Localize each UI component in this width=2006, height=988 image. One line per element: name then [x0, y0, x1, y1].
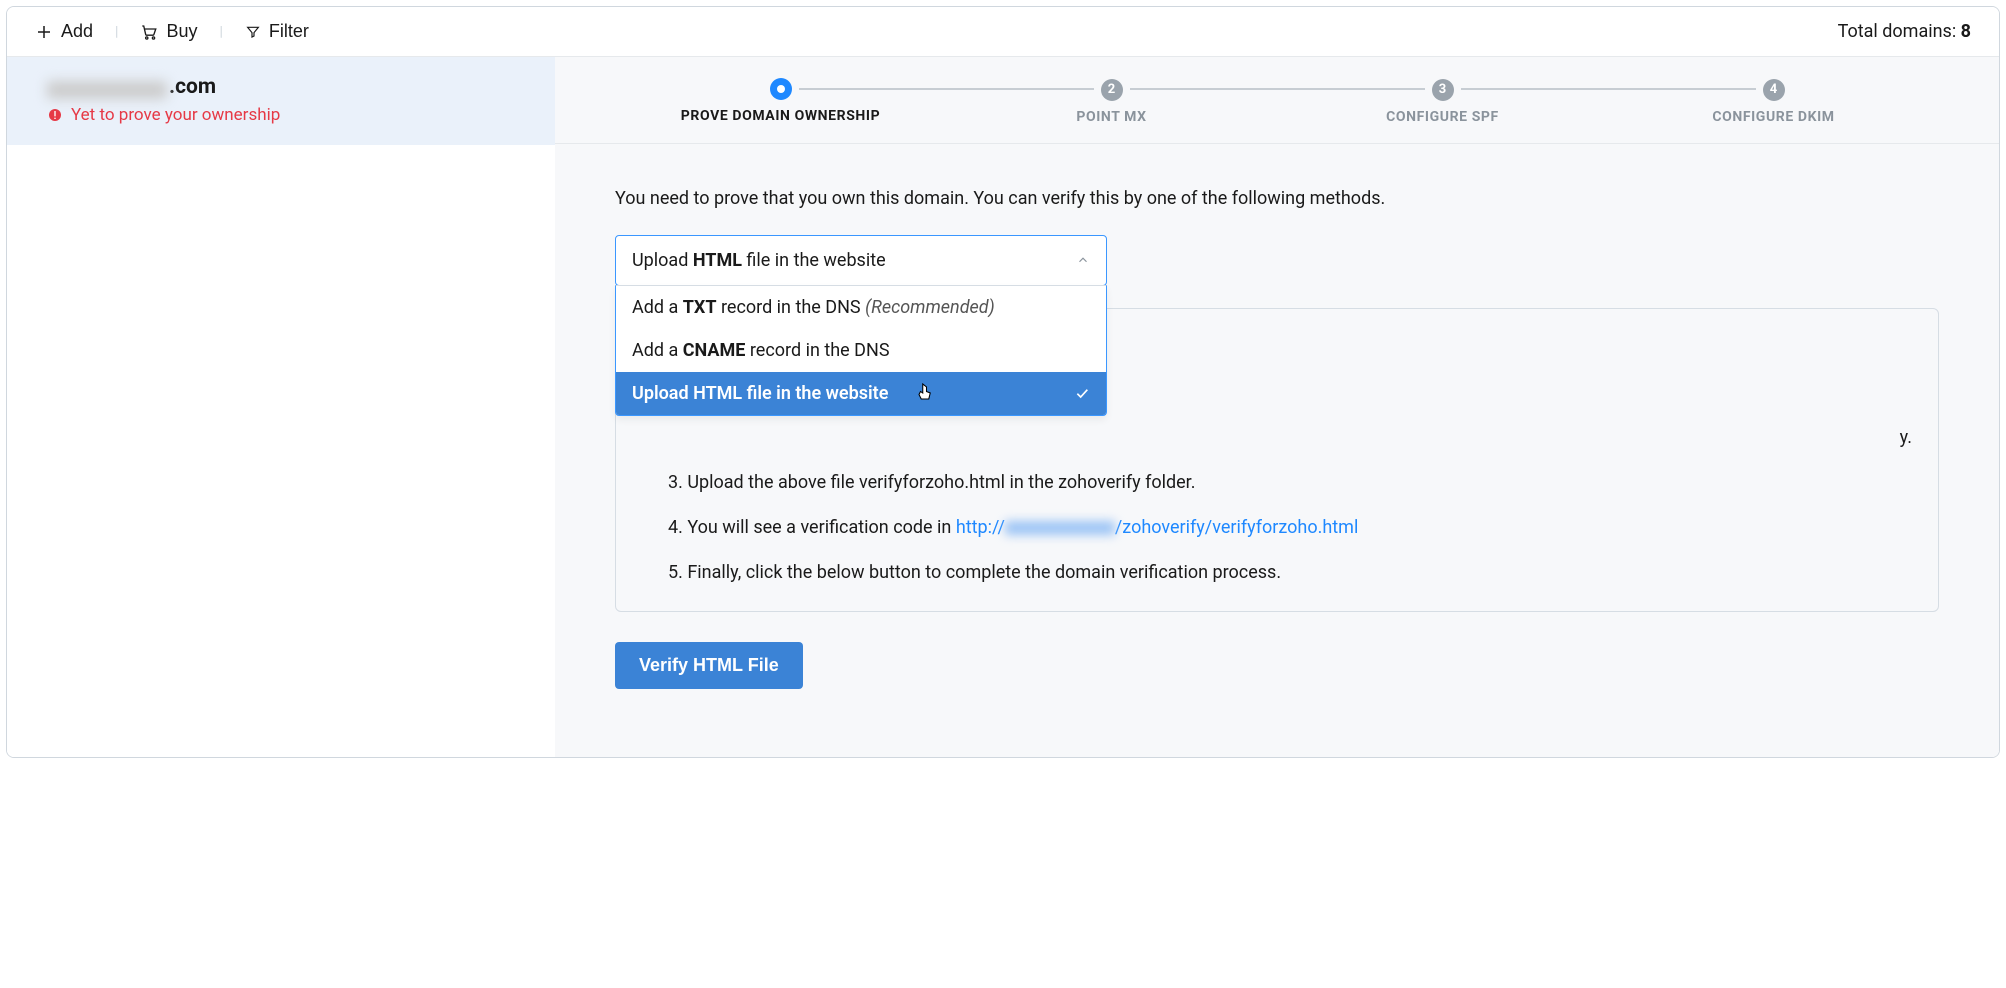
- toolbar-separator: |: [217, 24, 224, 40]
- option-label: Upload HTML file in the website: [632, 383, 888, 404]
- plus-icon: [35, 23, 53, 41]
- step-label: CONFIGURE DKIM: [1608, 109, 1939, 125]
- step-label: POINT MX: [946, 109, 1277, 125]
- toolbar-separator: |: [113, 24, 120, 40]
- verify-html-button[interactable]: Verify HTML File: [615, 642, 803, 689]
- chevron-up-icon: [1076, 253, 1090, 267]
- domain-status: Yet to prove your ownership: [47, 105, 515, 125]
- warning-icon: [47, 107, 63, 123]
- step-prove-ownership[interactable]: PROVE DOMAIN OWNERSHIP: [615, 77, 946, 124]
- buy-button[interactable]: Buy: [140, 21, 197, 42]
- toolbar: Add | Buy | Filter Total domains: 8: [7, 7, 1999, 57]
- domain-name-redacted: [47, 81, 167, 99]
- domain-sidebar: .com Yet to prove your ownership: [7, 57, 555, 757]
- step-circle: 2: [1101, 79, 1123, 101]
- main-layout: .com Yet to prove your ownership PROVE D…: [7, 57, 1999, 757]
- instruction-step-partial: y.: [642, 427, 1912, 448]
- option-label: Add a CNAME record in the DNS: [632, 340, 890, 361]
- total-domains-count: 8: [1961, 21, 1971, 42]
- option-upload-html[interactable]: Upload HTML file in the website: [616, 372, 1106, 415]
- buy-label: Buy: [166, 21, 197, 42]
- filter-label: Filter: [269, 21, 309, 42]
- cursor-icon: [916, 382, 934, 409]
- instruction-step-5: 5. Finally, click the below button to co…: [642, 562, 1912, 583]
- app-frame: Add | Buy | Filter Total domains: 8: [6, 6, 2000, 758]
- step-label: CONFIGURE SPF: [1277, 109, 1608, 125]
- select-menu: Add a TXT record in the DNS (Recommended…: [615, 285, 1107, 416]
- verification-url-link[interactable]: http:///zohoverify/verifyforzoho.html: [956, 517, 1359, 538]
- step-point-mx[interactable]: 2 POINT MX: [946, 77, 1277, 125]
- content-body: You need to prove that you own this doma…: [555, 144, 1999, 733]
- url-redacted: [1005, 521, 1115, 535]
- cart-icon: [140, 23, 158, 41]
- domain-name: .com: [47, 75, 515, 99]
- domain-suffix: .com: [169, 75, 216, 99]
- verification-method-select: Upload HTML file in the website Add a TX…: [615, 235, 1107, 286]
- step-label: PROVE DOMAIN OWNERSHIP: [615, 108, 946, 124]
- option-txt-record[interactable]: Add a TXT record in the DNS (Recommended…: [616, 286, 1106, 329]
- step-configure-spf[interactable]: 3 CONFIGURE SPF: [1277, 77, 1608, 125]
- select-trigger-text: Upload HTML file in the website: [632, 250, 886, 271]
- total-domains-label: Total domains:: [1838, 21, 1961, 42]
- option-label: Add a TXT record in the DNS (Recommended…: [632, 297, 995, 318]
- step-configure-dkim[interactable]: 4 CONFIGURE DKIM: [1608, 77, 1939, 125]
- step-circle: [770, 78, 792, 100]
- filter-button[interactable]: Filter: [245, 21, 309, 42]
- filter-icon: [245, 24, 261, 40]
- intro-text: You need to prove that you own this doma…: [615, 188, 1939, 209]
- select-trigger[interactable]: Upload HTML file in the website: [615, 235, 1107, 286]
- instruction-step-4: 4. You will see a verification code in h…: [642, 517, 1912, 538]
- domain-status-text: Yet to prove your ownership: [71, 105, 280, 125]
- add-label: Add: [61, 21, 93, 42]
- instruction-step-3: 3. Upload the above file verifyforzoho.h…: [642, 472, 1912, 493]
- check-icon: [1074, 385, 1090, 401]
- stepper: PROVE DOMAIN OWNERSHIP 2 POINT MX 3 CONF…: [555, 57, 1999, 144]
- toolbar-left: Add | Buy | Filter: [35, 21, 309, 42]
- total-domains: Total domains: 8: [1838, 21, 1971, 42]
- content-area: PROVE DOMAIN OWNERSHIP 2 POINT MX 3 CONF…: [555, 57, 1999, 757]
- domain-card[interactable]: .com Yet to prove your ownership: [7, 57, 555, 145]
- step-circle: 4: [1763, 79, 1785, 101]
- step-circle: 3: [1432, 79, 1454, 101]
- add-button[interactable]: Add: [35, 21, 93, 42]
- option-cname-record[interactable]: Add a CNAME record in the DNS: [616, 329, 1106, 372]
